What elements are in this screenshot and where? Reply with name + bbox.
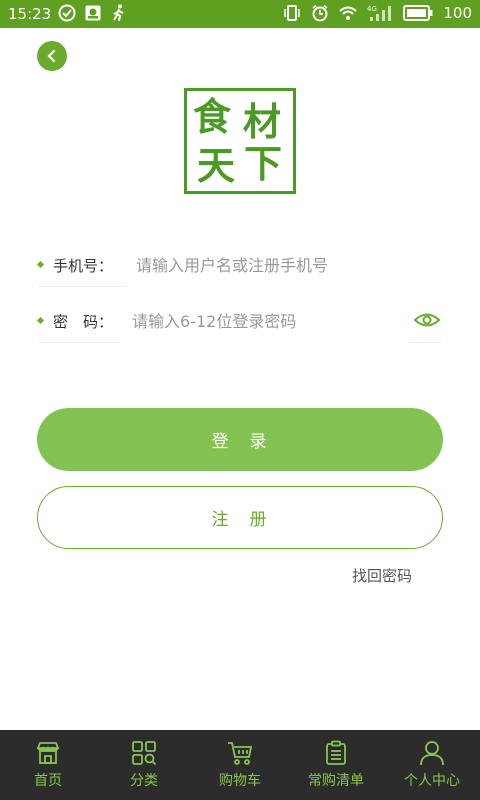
clipboard-icon bbox=[326, 740, 346, 765]
tab-label: 常购清单 bbox=[308, 773, 364, 789]
battery-level: 100 bbox=[443, 4, 472, 22]
tab-label: 购物车 bbox=[219, 773, 261, 789]
walking-icon bbox=[113, 4, 124, 22]
alarm-icon bbox=[312, 4, 328, 22]
password-label-underline bbox=[38, 342, 120, 343]
store-icon bbox=[36, 742, 60, 764]
logo-char-2: 材 bbox=[243, 99, 282, 144]
status-left-icons bbox=[58, 4, 128, 22]
tab-cart[interactable]: 购物车 bbox=[192, 730, 288, 800]
forgot-password-link[interactable]: 找回密码 bbox=[352, 565, 412, 586]
bullet-dot bbox=[36, 316, 45, 325]
tab-profile[interactable]: 个人中心 bbox=[384, 730, 480, 800]
back-button[interactable] bbox=[37, 41, 67, 71]
wifi-icon bbox=[339, 6, 358, 20]
tab-home[interactable]: 首页 bbox=[0, 730, 96, 800]
phone-label: 手机号： bbox=[53, 257, 114, 275]
tab-frequent-list[interactable]: 常购清单 bbox=[288, 730, 384, 800]
logo-char-4: 下 bbox=[244, 141, 283, 186]
cart-icon bbox=[228, 742, 253, 765]
register-button[interactable]: 注 册 bbox=[37, 486, 443, 549]
login-button[interactable]: 登 录 bbox=[37, 408, 443, 471]
status-bar: 15:23 4G 100 bbox=[0, 0, 480, 28]
check-circle-icon bbox=[58, 4, 76, 22]
logo-char-1: 食 bbox=[193, 94, 232, 139]
vibrate-icon bbox=[284, 5, 301, 21]
bottom-tab-bar: 首页 分类 购物车 常购清单 个人中心 bbox=[0, 730, 480, 800]
status-time: 15:23 bbox=[8, 5, 52, 23]
tab-category[interactable]: 分类 bbox=[96, 730, 192, 800]
password-label: 密 码： bbox=[53, 313, 114, 331]
phone-field-row: 手机号： bbox=[36, 241, 442, 287]
signal-icon: 4G bbox=[367, 5, 392, 21]
status-right-icons: 4G 100 bbox=[283, 4, 472, 22]
password-input[interactable] bbox=[130, 305, 404, 337]
phone-label-underline bbox=[38, 286, 126, 287]
tab-label: 个人中心 bbox=[404, 773, 460, 789]
person-icon bbox=[420, 741, 444, 766]
bullet-dot bbox=[36, 260, 45, 269]
show-password-toggle[interactable] bbox=[410, 305, 444, 335]
eye-underline bbox=[408, 342, 442, 343]
notification-app-icon bbox=[85, 5, 101, 21]
app-logo: 食 材 天 下 bbox=[184, 88, 296, 194]
password-field-row: 密 码： bbox=[36, 297, 444, 343]
battery-icon bbox=[403, 5, 433, 21]
chevron-left-icon bbox=[47, 49, 56, 63]
category-search-icon bbox=[132, 741, 157, 766]
tab-label: 分类 bbox=[130, 773, 158, 789]
phone-input[interactable] bbox=[134, 249, 438, 281]
tab-label: 首页 bbox=[34, 773, 62, 789]
network-type: 4G bbox=[367, 5, 377, 13]
eye-icon bbox=[413, 313, 441, 327]
logo-char-3: 天 bbox=[197, 143, 236, 188]
